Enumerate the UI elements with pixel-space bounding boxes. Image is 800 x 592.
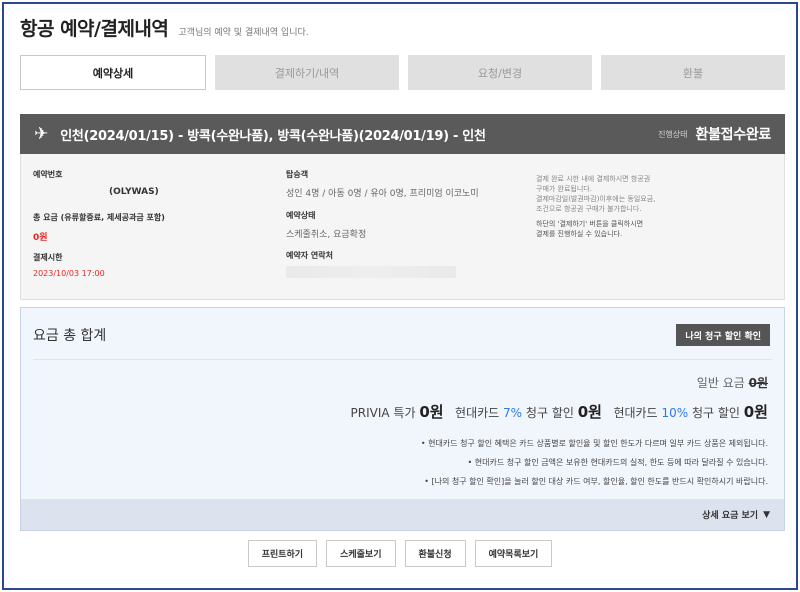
page-subtitle: 고객님의 예약 및 결제내역 입니다.: [178, 28, 309, 38]
hyundai10-suffix: 청구 할인: [691, 406, 740, 420]
payment-guide-line: 결제를 진행하실 수 있습니다.: [536, 230, 623, 238]
hyundai7-value: 0원: [577, 403, 602, 421]
total-fare-value: 0원: [33, 233, 48, 243]
hyundai7-suffix: 청구 할인: [525, 406, 574, 420]
airplane-icon: ✈: [34, 124, 49, 144]
payment-guide-line: 하단의 '결제하기' 버튼을 클릭하시면: [536, 220, 644, 228]
hyundai7-pct: 7%: [503, 406, 523, 420]
discount-row: PRIVIA 특가 0원 현대카드 7% 청구 할인 0원 현대카드 10% 청…: [351, 401, 768, 422]
payment-note-line: 조건으로 항공권 구매가 불가합니다.: [536, 205, 642, 213]
hyundai10-value: 0원: [743, 403, 768, 421]
privia-label: PRIVIA 특가: [350, 406, 416, 420]
page-title: 항공 예약/결제내역: [20, 18, 169, 40]
print-button[interactable]: 프린트하기: [247, 540, 318, 567]
my-discount-check-button[interactable]: 나의 청구 할인 확인: [676, 324, 770, 346]
page-header: 항공 예약/결제내역 고객님의 예약 및 결제내역 입니다.: [20, 14, 309, 41]
contact-value-redacted: [286, 266, 456, 278]
total-fare-label: 총 요금 (유류할증료, 제세공과금 포함): [33, 213, 165, 222]
tab-payment[interactable]: 결제하기/내역: [215, 55, 399, 90]
payment-deadline-label: 결제시한: [33, 253, 63, 262]
contact-label: 예약자 연락처: [286, 251, 333, 260]
privia-value: 0원: [419, 403, 444, 421]
fare-summary-panel: 요금 총 합계 나의 청구 할인 확인 일반 요금 0원 PRIVIA 특가 0…: [20, 307, 785, 531]
reservation-no-label: 예약번호: [33, 170, 63, 179]
status-label: 진행상태: [658, 129, 688, 139]
status-value: 환불접수완료: [695, 127, 772, 143]
base-fare-row: 일반 요금 0원: [697, 374, 768, 391]
schedule-button[interactable]: 스케줄보기: [326, 540, 396, 567]
base-fare-value: 0원: [748, 376, 768, 390]
hyundai7-prefix: 현대카드: [455, 406, 500, 420]
base-fare-label: 일반 요금: [696, 376, 745, 390]
payment-note-line: 결제마감일(발권마감)이후에는 동일요금,: [536, 195, 656, 203]
hyundai10-pct: 10%: [661, 406, 689, 420]
fare-title: 요금 총 합계: [33, 328, 107, 344]
refund-request-button[interactable]: 환불신청: [404, 540, 466, 567]
caret-down-icon: ▼: [763, 509, 770, 520]
payment-note-line: 구매가 완료됩니다.: [536, 185, 592, 193]
booking-status-label: 예약상태: [286, 211, 316, 220]
card-notice-line: • 현대카드 청구 할인 금액은 보유한 현대카드의 실적, 한도 등에 따라 …: [467, 458, 768, 467]
payment-note-line: 결제 완료 시한 내에 결제하시면 항공권: [536, 175, 651, 183]
divider: [33, 359, 772, 360]
tab-booking-detail[interactable]: 예약상세: [20, 55, 206, 90]
tab-refund[interactable]: 환불: [601, 55, 785, 90]
payment-deadline-value: 2023/10/03 17:00: [33, 269, 105, 278]
tab-bar: 예약상세 결제하기/내역 요청/변경 환불: [20, 55, 785, 90]
detail-fare-toggle[interactable]: 상세 요금 보기 ▼: [702, 508, 770, 522]
card-notice-line: • [나의 청구 할인 확인]을 눌러 할인 대상 카드 여부, 할인율, 할인…: [424, 477, 768, 486]
hyundai10-prefix: 현대카드: [613, 406, 658, 420]
route-text: 인천(2024/01/15) - 방콕(수완나품), 방콕(수완나품)(2024…: [60, 128, 486, 144]
action-bar: 프린트하기 스케줄보기 환불신청 예약목록보기: [0, 540, 800, 567]
booking-list-button[interactable]: 예약목록보기: [474, 540, 553, 567]
card-notice-line: • 현대카드 청구 할인 혜택은 카드 상품별로 할인율 및 할인 한도가 다르…: [420, 439, 768, 448]
detail-fare-toggle-label: 상세 요금 보기: [702, 511, 759, 521]
fare-footer: 상세 요금 보기 ▼: [21, 499, 784, 530]
route-bar: ✈ 인천(2024/01/15) - 방콕(수완나품), 방콕(수완나품)(20…: [20, 114, 785, 154]
tab-request-change[interactable]: 요청/변경: [408, 55, 592, 90]
reservation-no-value: (OLYWAS): [109, 187, 159, 197]
booking-status-value: 스케줄취소, 요금확정: [286, 230, 367, 240]
booking-info-panel: 예약번호 (OLYWAS) 총 요금 (유류할증료, 제세공과금 포함) 0원 …: [20, 154, 785, 300]
passengers-value: 성인 4명 / 아동 0명 / 유아 0명, 프리미엄 이코노미: [286, 189, 479, 199]
passengers-label: 탑승객: [286, 170, 309, 179]
